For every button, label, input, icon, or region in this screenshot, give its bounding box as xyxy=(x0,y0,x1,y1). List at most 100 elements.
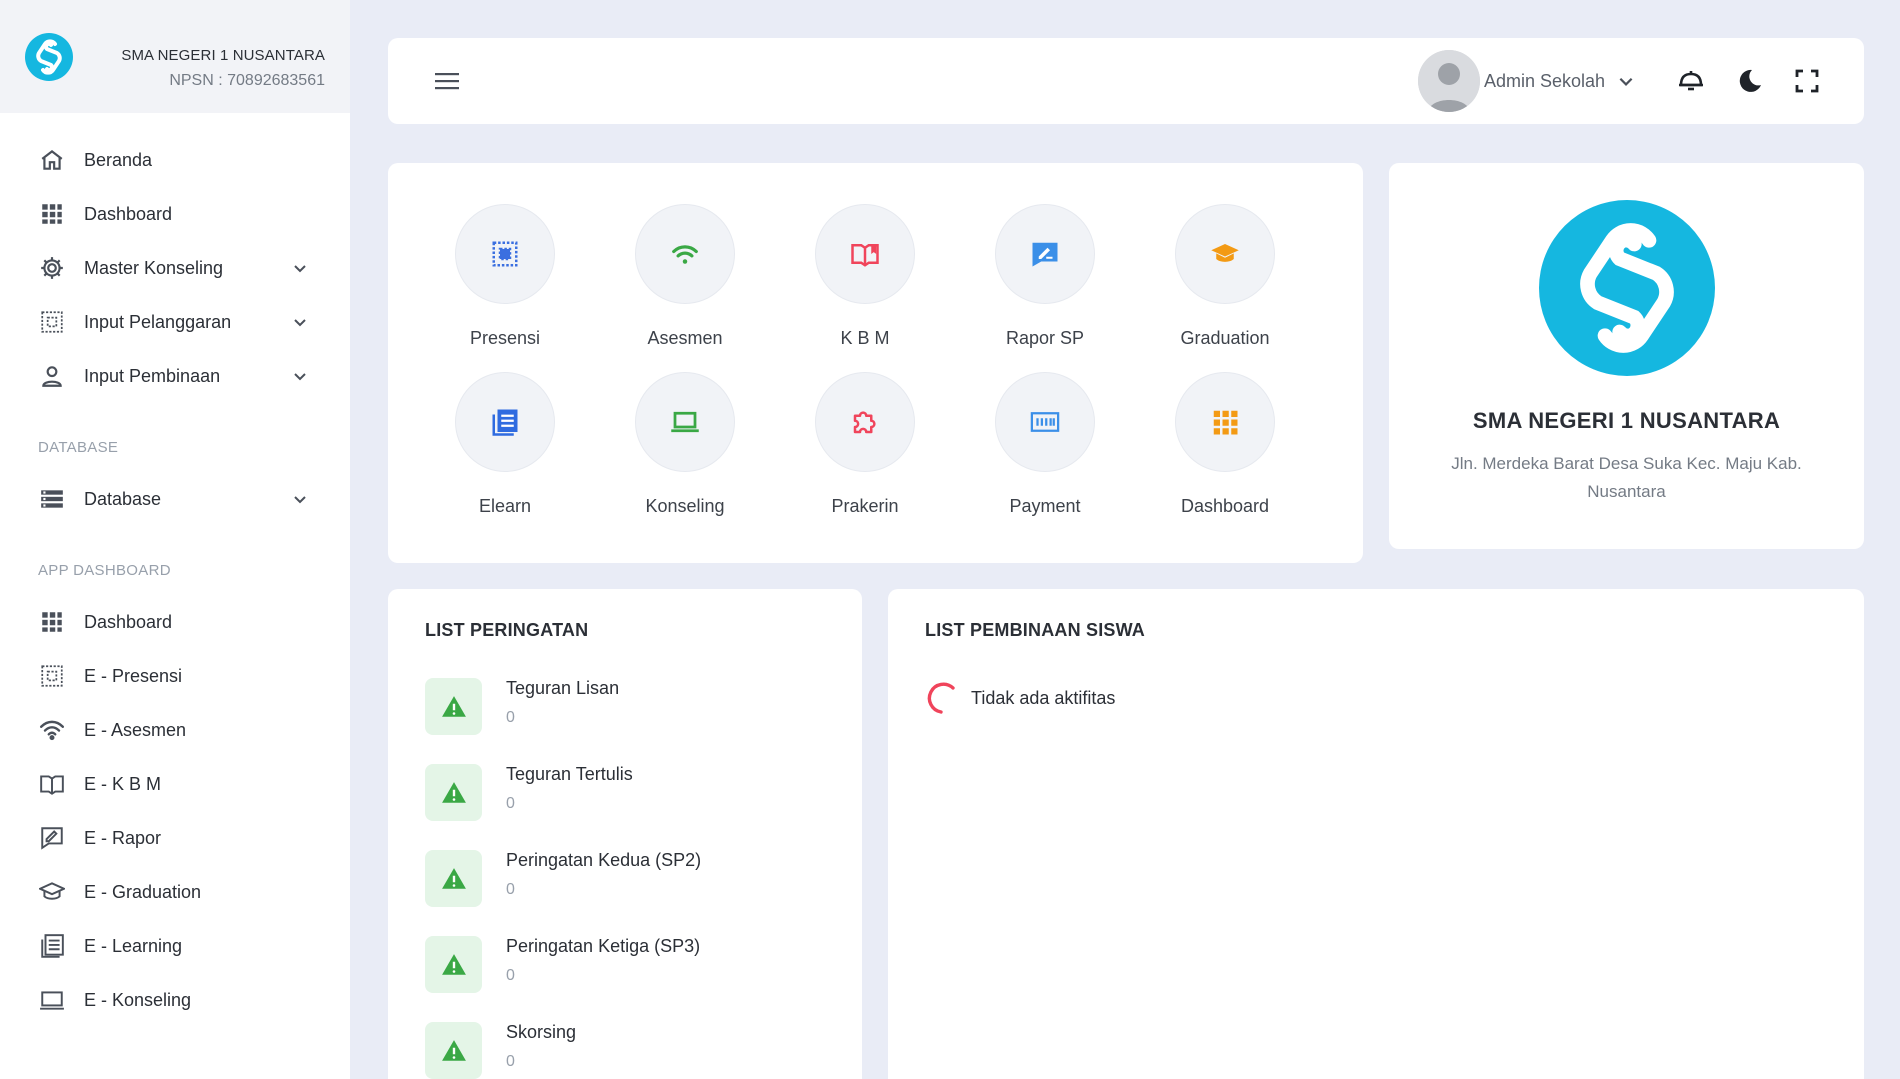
warning-badge xyxy=(425,936,482,993)
sidebar-item-label: E - K B M xyxy=(84,773,162,794)
sidebar-item-label: Input Pembinaan xyxy=(84,365,221,386)
hamburger-menu-icon[interactable] xyxy=(434,70,460,92)
app-label: Prakerin xyxy=(831,496,899,516)
sidebar-item-label: E - Graduation xyxy=(84,881,202,902)
warning-label: Peringatan Ketiga (SP3) xyxy=(506,936,701,956)
app-dashboard[interactable]: Dashboard xyxy=(1135,372,1315,517)
empty-activity: Tidak ada aktifitas xyxy=(925,680,1115,716)
app-prakerin[interactable]: Prakerin xyxy=(775,372,955,517)
book-icon xyxy=(851,244,879,267)
sidebar-item-label: Input Pelanggaran xyxy=(84,311,232,332)
warning-count: 0 xyxy=(506,967,515,984)
sidebar-item-e-rapor[interactable]: E - Rapor xyxy=(0,811,350,865)
apps-panel: Presensi Asesmen K B M Rapor SP Graduati… xyxy=(388,163,1363,563)
newspaper-icon xyxy=(492,409,518,436)
edit-board-icon xyxy=(1032,242,1058,267)
warning-count: 0 xyxy=(506,1053,515,1070)
section-app-dashboard: APP DASHBOARD xyxy=(38,562,171,579)
sidebar-item-label: E - Asesmen xyxy=(84,719,187,740)
sidebar-item-e-kbm[interactable]: E - K B M xyxy=(0,757,350,811)
sidebar-item-e-asesmen[interactable]: E - Asesmen xyxy=(0,703,350,757)
scan-icon xyxy=(38,662,66,690)
user-icon xyxy=(38,362,66,390)
warning-badge xyxy=(425,1022,482,1079)
sidebar-item-input-pembinaan[interactable]: Input Pembinaan xyxy=(0,349,350,403)
app-elearn[interactable]: Elearn xyxy=(415,372,595,517)
sidebar-item-e-learning[interactable]: E - Learning xyxy=(0,919,350,973)
payment-icon xyxy=(1030,412,1060,432)
app-icon-circle xyxy=(995,372,1095,472)
sidebar-item-app-dashboard[interactable]: Dashboard xyxy=(0,595,350,649)
warning-label: Skorsing xyxy=(506,1022,577,1042)
wifi-icon xyxy=(672,245,698,264)
app-kbm[interactable]: K B M xyxy=(775,204,955,349)
sidebar-item-e-presensi[interactable]: E - Presensi xyxy=(0,649,350,703)
fullscreen-icon[interactable] xyxy=(1792,66,1822,96)
user-menu[interactable]: Admin Sekolah xyxy=(1418,50,1635,112)
pembinaan-list-title: LIST PEMBINAAN SISWA xyxy=(925,620,1146,640)
app-asesmen[interactable]: Asesmen xyxy=(595,204,775,349)
list-item[interactable]: Peringatan Kedua (SP2) 0 xyxy=(425,850,825,908)
sidebar-item-label: E - Rapor xyxy=(84,827,162,848)
app-icon-circle xyxy=(815,372,915,472)
app-icon-circle xyxy=(635,204,735,304)
school-address: Jln. Merdeka Barat Desa Suka Kec. Maju K… xyxy=(1451,454,1802,501)
app-icon-circle xyxy=(455,204,555,304)
warning-count: 0 xyxy=(506,795,515,812)
chevron-down-icon xyxy=(1619,77,1633,86)
app-presensi[interactable]: Presensi xyxy=(415,204,595,349)
school-name: SMA NEGERI 1 NUSANTARA xyxy=(1472,408,1781,433)
database-icon xyxy=(38,485,66,513)
sidebar-item-e-konseling[interactable]: E - Konseling xyxy=(0,973,350,1027)
warning-triangle-icon xyxy=(441,695,466,717)
app-rapor-sp[interactable]: Rapor SP xyxy=(955,204,1135,349)
warning-label: Teguran Lisan xyxy=(506,678,620,698)
dark-mode-moon-icon[interactable] xyxy=(1734,66,1764,96)
sidebar-item-label: Dashboard xyxy=(84,611,173,632)
school-logo-icon xyxy=(1538,200,1715,376)
app-label: Payment xyxy=(1009,496,1081,516)
app-label: Presensi xyxy=(469,328,541,348)
grid-icon xyxy=(1213,410,1238,435)
sidebar-item-e-graduation[interactable]: E - Graduation xyxy=(0,865,350,919)
app-label: Asesmen xyxy=(647,328,723,348)
list-item[interactable]: Teguran Lisan 0 xyxy=(425,678,825,736)
list-item[interactable]: Teguran Tertulis 0 xyxy=(425,764,825,822)
sidebar-item-label: Master Konseling xyxy=(84,257,224,278)
puzzle-icon xyxy=(853,411,876,434)
app-icon-circle xyxy=(1175,204,1275,304)
app-graduation[interactable]: Graduation xyxy=(1135,204,1315,349)
warning-list-card: LIST PERINGATAN Teguran Lisan 0 Teguran … xyxy=(388,589,862,1079)
app-payment[interactable]: Payment xyxy=(955,372,1135,517)
pembinaan-list-card: LIST PEMBINAAN SISWA Tidak ada aktifitas xyxy=(888,589,1864,1079)
notification-bell-icon[interactable] xyxy=(1676,66,1706,96)
app-icon-circle xyxy=(1175,372,1275,472)
sidebar-item-database[interactable]: Database xyxy=(0,472,350,526)
avatar xyxy=(1418,50,1480,112)
school-logo-icon[interactable] xyxy=(25,32,73,81)
app-label: Rapor SP xyxy=(1005,328,1085,348)
graduation-cap-icon xyxy=(38,878,66,906)
sidebar-nav: Beranda Dashboard Master Konseling Input… xyxy=(0,113,350,1027)
list-item[interactable]: Skorsing 0 xyxy=(425,1022,825,1079)
app-label: Konseling xyxy=(645,496,725,516)
warning-triangle-icon xyxy=(441,953,466,975)
laptop-icon xyxy=(38,986,66,1014)
app-konseling[interactable]: Konseling xyxy=(595,372,775,517)
sidebar-item-master-konseling[interactable]: Master Konseling xyxy=(0,241,350,295)
sidebar-item-beranda[interactable]: Beranda xyxy=(0,133,350,187)
newspaper-icon xyxy=(38,932,66,960)
chevron-down-icon xyxy=(294,265,306,273)
warning-triangle-icon xyxy=(441,867,466,889)
laptop-icon xyxy=(671,411,699,433)
sidebar-item-input-pelanggaran[interactable]: Input Pelanggaran xyxy=(0,295,350,349)
school-profile-card: SMA NEGERI 1 NUSANTARA Jln. Merdeka Bara… xyxy=(1389,163,1864,549)
list-item[interactable]: Peringatan Ketiga (SP3) 0 xyxy=(425,936,825,994)
chevron-down-icon xyxy=(294,496,306,504)
brand-text: SMA NEGERI 1 NUSANTARA NPSN : 7089268356… xyxy=(121,47,325,90)
sidebar-brand: SMA NEGERI 1 NUSANTARA NPSN : 7089268356… xyxy=(0,0,350,113)
grid-icon xyxy=(38,200,66,228)
sidebar-item-dashboard[interactable]: Dashboard xyxy=(0,187,350,241)
sidebar-item-label: Database xyxy=(84,488,162,509)
sidebar: SMA NEGERI 1 NUSANTARA NPSN : 7089268356… xyxy=(0,0,350,1079)
